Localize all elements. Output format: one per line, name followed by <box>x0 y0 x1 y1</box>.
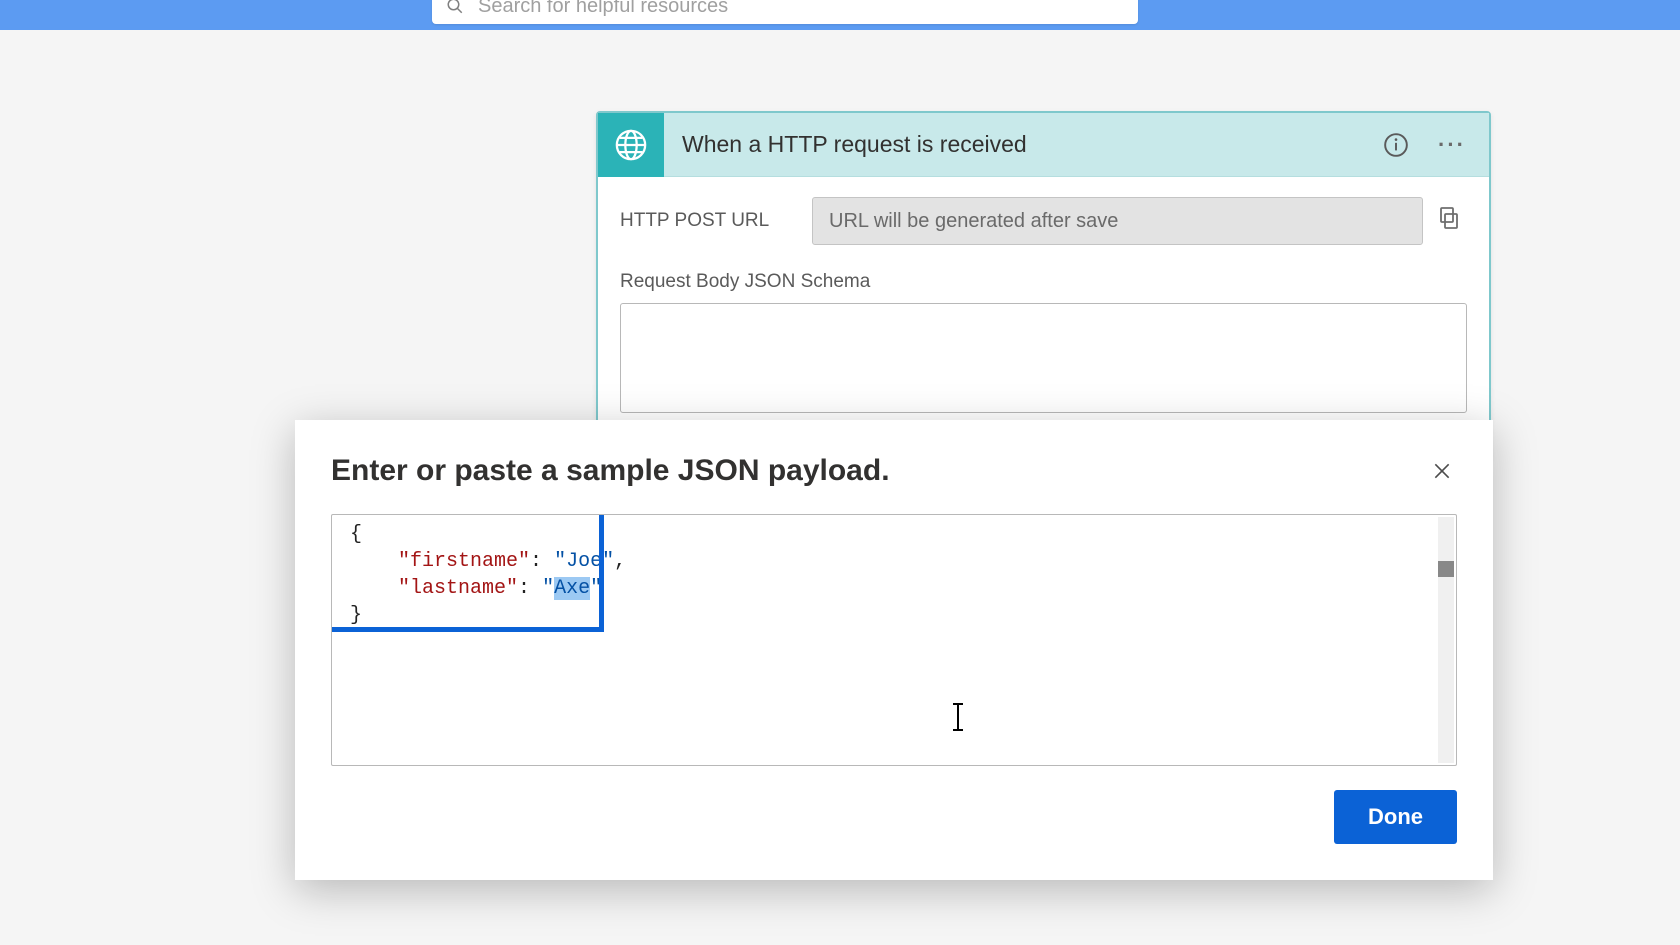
trigger-actions: ··· <box>1379 128 1489 162</box>
json-key: "lastname" <box>398 577 518 600</box>
app-top-bar <box>0 0 1680 30</box>
json-value-open: " <box>542 577 554 600</box>
sample-payload-modal: Enter or paste a sample JSON payload. { … <box>295 420 1493 880</box>
copy-url-icon[interactable] <box>1437 206 1467 236</box>
trigger-header[interactable]: When a HTTP request is received ··· <box>598 113 1489 177</box>
http-globe-icon <box>598 113 664 177</box>
json-payload-input[interactable]: { "firstname": "Joe", "lastname": "Axe" … <box>331 514 1457 766</box>
trigger-body: HTTP POST URL URL will be generated afte… <box>598 177 1489 458</box>
json-selected-text: Axe <box>554 577 590 600</box>
http-trigger-card: When a HTTP request is received ··· HTTP… <box>596 111 1491 460</box>
search-icon <box>446 0 464 15</box>
json-value-close: " <box>590 577 602 600</box>
scrollbar[interactable] <box>1438 517 1454 763</box>
search-container <box>432 0 1138 24</box>
modal-title: Enter or paste a sample JSON payload. <box>331 454 890 488</box>
modal-header: Enter or paste a sample JSON payload. <box>331 454 1457 488</box>
done-button[interactable]: Done <box>1334 790 1457 844</box>
annotation-highlight <box>331 514 604 632</box>
http-url-field: URL will be generated after save <box>812 197 1423 245</box>
more-icon[interactable]: ··· <box>1435 128 1469 162</box>
schema-label: Request Body JSON Schema <box>620 271 1467 293</box>
schema-textarea[interactable] <box>620 303 1467 413</box>
text-cursor <box>957 703 959 731</box>
modal-footer: Done <box>331 790 1457 844</box>
close-icon[interactable] <box>1427 456 1457 486</box>
json-value: "Joe" <box>554 550 614 573</box>
trigger-title: When a HTTP request is received <box>664 131 1379 158</box>
json-key: "firstname" <box>398 550 530 573</box>
http-url-label: HTTP POST URL <box>620 210 812 232</box>
url-row: HTTP POST URL URL will be generated afte… <box>620 197 1467 245</box>
search-input[interactable] <box>478 0 1124 18</box>
info-icon[interactable] <box>1379 128 1413 162</box>
